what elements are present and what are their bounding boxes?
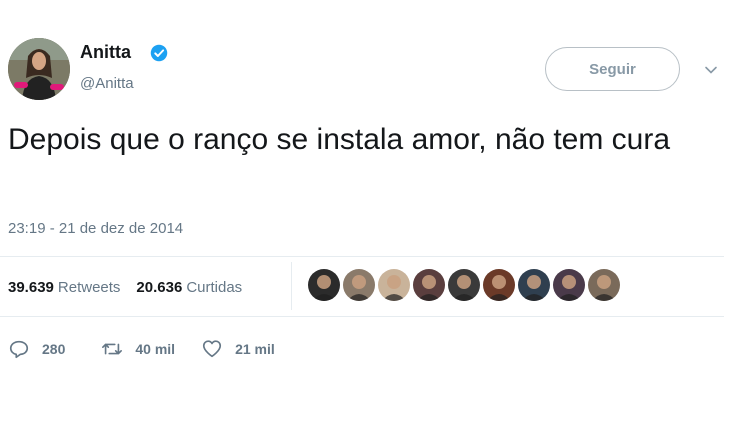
verified-badge-icon xyxy=(150,44,168,62)
stats-separator xyxy=(291,262,292,310)
retweet-button[interactable]: 40 mil xyxy=(101,338,175,360)
chevron-down-icon[interactable] xyxy=(703,62,719,78)
like-button[interactable]: 21 mil xyxy=(201,338,275,360)
retweets-stat[interactable]: 39.639 Retweets xyxy=(8,279,120,296)
reply-count: 280 xyxy=(42,341,66,357)
liker-avatar[interactable] xyxy=(553,269,585,301)
user-handle[interactable]: @Anitta xyxy=(80,75,134,92)
reply-button[interactable]: 280 xyxy=(8,338,65,360)
liker-avatar[interactable] xyxy=(413,269,445,301)
retweet-count: 40 mil xyxy=(135,341,176,357)
tweet-header: Anitta @Anitta Seguir xyxy=(8,38,730,102)
liker-avatar[interactable] xyxy=(483,269,515,301)
liker-avatar[interactable] xyxy=(308,269,340,301)
liker-avatar[interactable] xyxy=(448,269,480,301)
like-count: 21 mil xyxy=(235,341,275,357)
divider xyxy=(0,256,724,257)
avatar[interactable] xyxy=(8,38,70,100)
reply-icon xyxy=(9,340,29,359)
tweet-timestamp[interactable]: 23:19 - 21 de dez de 2014 xyxy=(8,220,183,237)
likes-label: Curtidas xyxy=(186,278,243,296)
retweet-icon xyxy=(102,343,123,355)
liker-avatars xyxy=(308,269,623,301)
display-name[interactable]: Anitta xyxy=(80,42,131,63)
tweet-stats: 39.639 Retweets 20.636 Curtidas xyxy=(8,274,242,300)
follow-button[interactable]: Seguir xyxy=(545,47,680,91)
tweet-card: Anitta @Anitta Seguir Depois que o ranço… xyxy=(0,0,730,430)
tweet-actions: 280 40 mil 21 mil xyxy=(8,336,301,362)
retweets-count: 39.639 xyxy=(8,278,54,296)
liker-avatar[interactable] xyxy=(378,269,410,301)
likes-count: 20.636 xyxy=(136,278,183,296)
liker-avatar[interactable] xyxy=(343,269,375,301)
retweets-label: Retweets xyxy=(57,278,121,296)
divider xyxy=(0,316,724,317)
liker-avatar[interactable] xyxy=(588,269,620,301)
heart-icon xyxy=(202,340,222,358)
tweet-text: Depois que o ranço se instala amor, não … xyxy=(8,123,671,156)
liker-avatar[interactable] xyxy=(518,269,550,301)
likes-stat[interactable]: 20.636 Curtidas xyxy=(136,279,242,296)
